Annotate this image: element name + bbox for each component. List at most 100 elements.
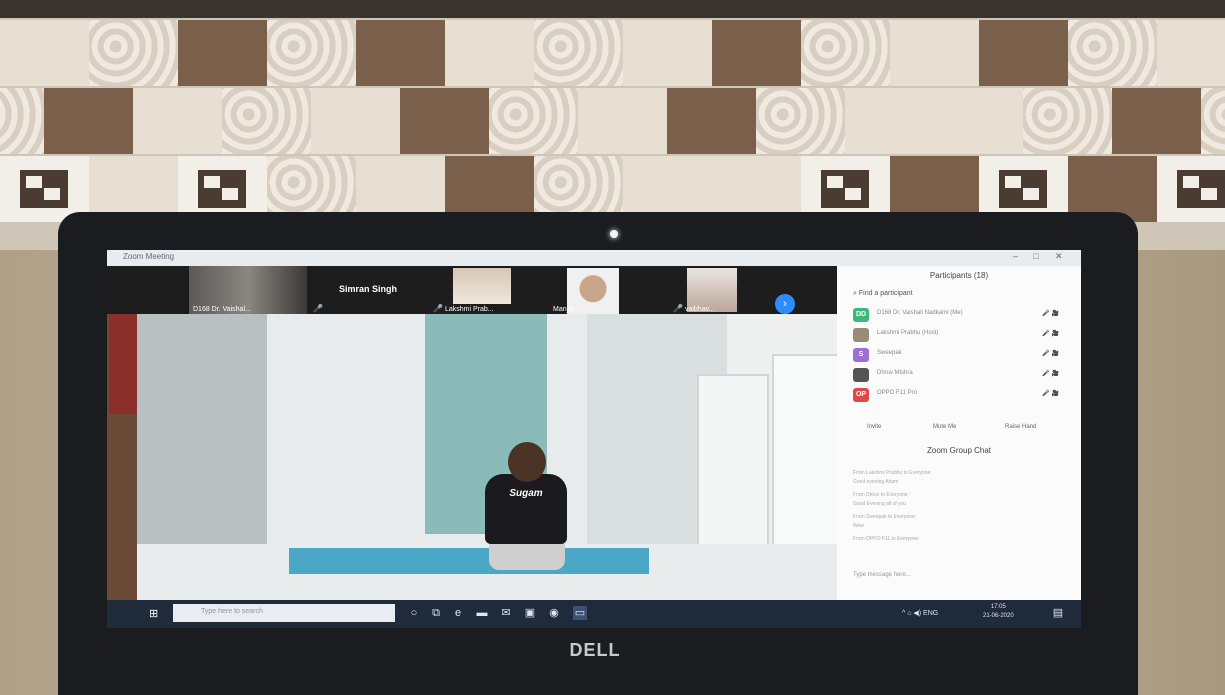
wall-tile <box>445 20 534 86</box>
chat-message: From Sweepak to Everyone: <box>853 514 917 520</box>
thumbnail-video[interactable]: 🎤 vaibhav... <box>669 266 787 314</box>
wall-tile <box>979 20 1068 86</box>
wall-tile <box>890 20 979 86</box>
system-tray[interactable]: ^ ⌂ ◀) ENG <box>902 609 938 617</box>
participant-row[interactable]: Lakshmi Prabhu (Host) 🎤 🎥 <box>853 326 1063 346</box>
chat-message: From Dhruv to Everyone: <box>853 492 909 498</box>
chat-message: Good Evening all of you <box>853 501 907 507</box>
laptop-brand-logo: DELL <box>569 640 621 660</box>
wall-tile <box>845 88 934 154</box>
chevron-right-icon[interactable]: › <box>775 294 795 314</box>
thumbnail-name: Lakshmi Prab... <box>444 306 494 313</box>
wall-tile <box>801 20 890 86</box>
thumbnail-video[interactable]: Manjiri <box>549 266 667 314</box>
shirt-text: Sugam <box>509 488 543 499</box>
wall-tile <box>712 20 801 86</box>
minimize-icon[interactable]: – <box>1013 251 1018 261</box>
thumbnail-label: 🎤 vaibhav... <box>673 304 714 313</box>
thumbnail-name: Simran Singh <box>338 284 397 294</box>
wall-tile <box>1112 88 1201 154</box>
wall-tile <box>311 88 400 154</box>
microphone-muted-icon: 🎤 <box>313 304 323 313</box>
participant-name: D168 Dr. Vaishali Nadkarni (Me) <box>877 310 963 316</box>
participants-title: Participants (18) <box>929 271 989 280</box>
edge-icon[interactable]: e <box>451 606 465 620</box>
zoom-icon[interactable]: ▭ <box>573 606 587 620</box>
participant-row[interactable]: OP OPPO F11 Pro 🎤 🎥 <box>853 386 1063 406</box>
wall-tile <box>489 88 578 154</box>
thumbnail-video[interactable]: D168 Dr. Vaishal... <box>189 266 307 314</box>
window-title: Zoom Meeting <box>123 252 175 261</box>
wall-tile <box>222 88 311 154</box>
wall-tile <box>44 88 133 154</box>
chat-input[interactable]: Type message here... <box>853 572 911 578</box>
wall-tile <box>267 20 356 86</box>
wall-tile <box>178 20 267 86</box>
wall-tile <box>89 20 178 86</box>
chat-message: From OPPO F11 to Everyone: <box>853 536 920 542</box>
thumbnail-name: Manjiri <box>553 306 574 313</box>
chat-message: Good evening Aham <box>853 479 899 485</box>
windows-taskbar: ⊞ Type here to search ○ ⧉ e ▬ ✉ ▣ ◉ ▭ ^ … <box>107 600 1081 628</box>
thumbnail-video[interactable]: Simran Singh 🎤 <box>309 266 427 314</box>
microphone-muted-icon: 🎤 <box>673 304 683 313</box>
wall-tile <box>578 88 667 154</box>
find-participant-input[interactable]: ⌕ Find a participant <box>853 290 913 298</box>
wall-tile <box>1157 20 1225 86</box>
invite-button[interactable]: Invite <box>867 424 881 430</box>
wall-tile <box>756 88 845 154</box>
participants-panel: Participants (18) ⌕ Find a participant D… <box>837 266 1081 600</box>
mute-me-button[interactable]: Mute Me <box>933 424 956 430</box>
participant-row[interactable]: DD D168 Dr. Vaishali Nadkarni (Me) 🎤 🎥 <box>853 306 1063 326</box>
participant-row[interactable]: Dhruv Mishra 🎤 🎥 <box>853 366 1063 386</box>
photo-scene: DELL Zoom Meeting – □ ✕ D168 Dr. Vaishal… <box>0 0 1225 695</box>
chrome-icon[interactable]: ◉ <box>547 606 561 620</box>
avatar <box>853 328 869 342</box>
wall-tile <box>1023 88 1112 154</box>
task-view-icon[interactable]: ⧉ <box>429 606 443 620</box>
participant-status: 🎤 🎥 <box>1042 351 1059 357</box>
participant-row[interactable]: S Sweepak 🎤 🎥 <box>853 346 1063 366</box>
participant-status: 🎤 🎥 <box>1042 311 1059 317</box>
zoom-titlebar: Zoom Meeting – □ ✕ <box>107 250 1081 266</box>
avatar: DD <box>853 308 869 322</box>
windows-start-icon[interactable]: ⊞ <box>149 607 161 620</box>
thumbnail-image <box>567 268 619 314</box>
close-icon[interactable]: ✕ <box>1055 251 1063 262</box>
wall-tile <box>133 88 222 154</box>
chat-message: Wow <box>853 523 865 529</box>
store-icon[interactable]: ▣ <box>523 606 537 620</box>
maximize-icon[interactable]: □ <box>1033 251 1038 261</box>
person-body <box>485 474 567 544</box>
wall-tile <box>1201 88 1225 154</box>
yoga-mat <box>289 548 649 574</box>
mail-icon[interactable]: ✉ <box>499 606 513 620</box>
thumbnail-video[interactable]: 🎤 Lakshmi Prab... <box>429 266 547 314</box>
notification-icon[interactable]: ▤ <box>1051 606 1065 620</box>
avatar: OP <box>853 388 869 402</box>
participant-status: 🎤 🎥 <box>1042 331 1059 337</box>
folder-icon[interactable]: ▬ <box>475 606 489 620</box>
laptop-screen: Zoom Meeting – □ ✕ D168 Dr. Vaishal... S… <box>107 250 1081 628</box>
cortana-icon[interactable]: ○ <box>407 606 421 620</box>
chat-title: Zoom Group Chat <box>926 446 992 455</box>
taskbar-clock[interactable]: 17:05 21-06-2020 <box>983 603 1014 621</box>
thumbnail-name: vaibhav... <box>684 306 715 313</box>
participant-strip: D168 Dr. Vaishal... Simran Singh 🎤 🎤 Laks… <box>107 266 852 314</box>
wall-tile <box>1157 156 1225 222</box>
thumbnail-image <box>453 268 511 304</box>
participant-name: Sweepak <box>877 350 902 356</box>
search-placeholder: Type here to search <box>201 608 263 615</box>
thumbnail-label: 🎤 Lakshmi Prab... <box>433 304 494 313</box>
wall-tile <box>623 20 712 86</box>
clock-time: 17:05 <box>990 604 1006 610</box>
taskbar-search-input[interactable]: Type here to search <box>173 604 395 622</box>
participant-status: 🎤 🎥 <box>1042 371 1059 377</box>
wall-tile <box>400 88 489 154</box>
bookshelf <box>109 314 137 414</box>
raise-hand-button[interactable]: Raise Hand <box>1005 424 1036 430</box>
clock-date: 21-06-2020 <box>983 613 1014 619</box>
wall-tile <box>934 88 1023 154</box>
avatar: S <box>853 348 869 362</box>
avatar <box>853 368 869 382</box>
